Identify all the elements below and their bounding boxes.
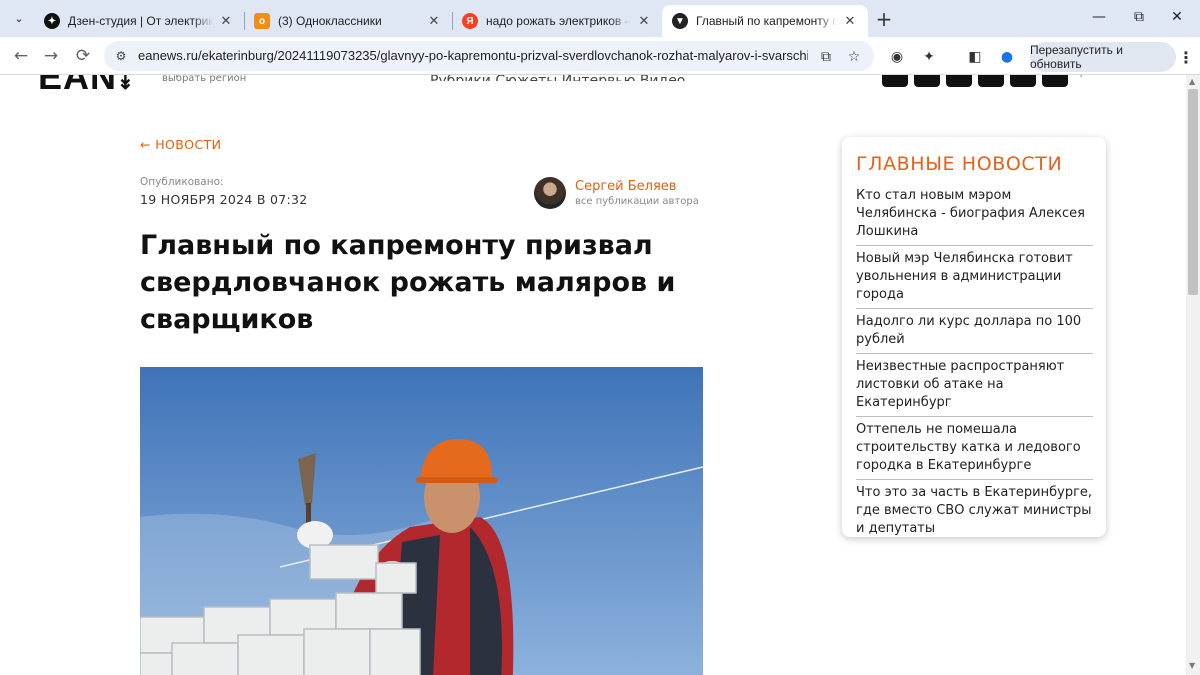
address-bar[interactable]: ⚙ eanews.ru/ekaterinburg/20241119073235/… <box>104 41 874 71</box>
tab-dzen[interactable]: ✦ Дзен-студия | От электриков и ✕ <box>34 5 244 37</box>
region-selector[interactable]: выбрать регион <box>162 75 246 84</box>
new-tab-button[interactable]: + <box>872 7 896 31</box>
news-link[interactable]: Кто стал новым мэром Челябинска - биогра… <box>856 186 1093 246</box>
close-tab-icon[interactable]: ✕ <box>426 13 442 29</box>
tab-title: (3) Одноклассники <box>278 14 382 28</box>
browser-toolbar: ← → ⟳ ⚙ eanews.ru/ekaterinburg/202411190… <box>0 37 1200 75</box>
top-nav[interactable]: Рубрики Сюжеты Интервью Видео <box>430 75 685 81</box>
arrow-right-icon: → <box>43 46 59 66</box>
tab-yandex[interactable]: Я надо рожать электриков — Ян ✕ <box>452 5 662 37</box>
social-icon[interactable] <box>1042 75 1068 87</box>
published-date: 19 НОЯБРЯ 2024 В 07:32 <box>140 192 308 207</box>
reload-icon: ⟳ <box>75 46 91 66</box>
published-label: Опубликовано: <box>140 176 224 188</box>
arrow-left-icon: ← <box>13 46 29 66</box>
reload-button[interactable]: ⟳ <box>70 43 96 69</box>
page-scrollbar[interactable]: ▲ ▼ <box>1186 75 1200 675</box>
browser-menu-button[interactable]: ⋮ <box>1176 46 1196 68</box>
tab-strip: ⌄ ✦ Дзен-студия | От электриков и ✕ o (3… <box>0 0 1200 37</box>
social-icon[interactable] <box>914 75 940 87</box>
url-text[interactable]: eanews.ru/ekaterinburg/20241119073235/gl… <box>138 48 808 63</box>
forward-button[interactable]: → <box>38 43 64 69</box>
social-icon[interactable] <box>882 75 908 87</box>
eanews-favicon-icon: ▼ <box>672 13 688 29</box>
social-icon[interactable] <box>978 75 1004 87</box>
tab-search-button[interactable]: ⌄ <box>8 7 30 29</box>
install-app-icon[interactable]: ⧉ <box>816 47 836 67</box>
top-news-widget: ГЛАВНЫЕ НОВОСТИ Кто стал новым мэром Чел… <box>842 137 1106 537</box>
close-window-button[interactable]: ✕ <box>1154 0 1200 34</box>
yandex-favicon-icon: Я <box>462 13 478 29</box>
more-vert-icon: ⋮ <box>1178 47 1194 67</box>
news-link[interactable]: Неизвестные распространяют листовки об а… <box>856 357 1093 417</box>
article-headline: Главный по капремонту призвал свердловча… <box>140 230 676 335</box>
social-icon[interactable] <box>946 75 972 87</box>
minimize-icon: — <box>1092 9 1106 25</box>
profile-icon[interactable]: ● <box>996 46 1018 68</box>
scrollbar-thumb[interactable] <box>1188 89 1198 295</box>
lightning-icon: ↡ <box>117 75 135 94</box>
back-to-news-link[interactable]: ← НОВОСТИ <box>140 137 221 152</box>
author-avatar[interactable] <box>534 177 566 209</box>
restore-icon: ⧉ <box>1134 9 1144 25</box>
author-name-link[interactable]: Сергей Беляев <box>575 179 676 194</box>
author-publications-link[interactable]: все публикации автора <box>575 196 699 207</box>
site-logo[interactable]: EAN↡ <box>38 75 135 95</box>
chevron-down-icon: ⌄ <box>14 11 24 25</box>
tab-odnoklassniki[interactable]: o (3) Одноклассники ✕ <box>244 5 452 37</box>
news-link[interactable]: Новый мэр Челябинска готовит увольнения … <box>856 249 1093 309</box>
tab-title: Дзен-студия | От электриков и <box>68 14 214 28</box>
site-info-icon[interactable]: ⚙ <box>112 47 130 65</box>
web-page: EAN↡ выбрать регион Рубрики Сюжеты Интер… <box>0 75 1200 675</box>
back-button[interactable]: ← <box>8 43 34 69</box>
news-link[interactable]: Надолго ли курс доллара по 100 рублей <box>856 312 1093 354</box>
social-links <box>882 75 1068 87</box>
scroll-up-icon[interactable]: ▲ <box>1189 77 1195 86</box>
close-icon: ✕ <box>1171 9 1183 25</box>
extensions-icon[interactable]: ✦ <box>918 46 940 68</box>
search-icon[interactable]: ⚲ <box>1076 75 1098 83</box>
tab-title: надо рожать электриков — Ян <box>486 14 632 28</box>
bookmark-star-icon[interactable]: ☆ <box>844 47 864 67</box>
social-icon[interactable] <box>1010 75 1036 87</box>
plus-icon: + <box>875 7 893 31</box>
close-tab-icon[interactable]: ✕ <box>842 13 858 29</box>
odnoklassniki-favicon-icon: o <box>254 13 270 29</box>
site-header: EAN↡ выбрать регион Рубрики Сюжеты Интер… <box>0 75 1186 95</box>
side-panel-icon[interactable]: ◧ <box>964 46 986 68</box>
scroll-down-icon[interactable]: ▼ <box>1189 661 1195 670</box>
close-tab-icon[interactable]: ✕ <box>636 13 652 29</box>
dzen-favicon-icon: ✦ <box>44 13 60 29</box>
top-news-list: Кто стал новым мэром Челябинска - биогра… <box>856 186 1093 545</box>
news-link[interactable]: Что это за часть в Екатеринбурге, где вм… <box>856 483 1093 542</box>
relaunch-label: Перезапустить и обновить <box>1030 43 1123 71</box>
news-link[interactable]: Оттепель не помешала строительству катка… <box>856 420 1093 480</box>
tab-title: Главный по капремонту приз <box>696 14 838 28</box>
lens-icon[interactable]: ◉ <box>886 46 908 68</box>
close-tab-icon[interactable]: ✕ <box>218 13 234 29</box>
top-news-title: ГЛАВНЫЕ НОВОСТИ <box>856 153 1063 175</box>
article-hero-image <box>140 367 703 675</box>
relaunch-update-button[interactable]: Перезапустить и обновить <box>1030 42 1176 72</box>
tab-eanews-active[interactable]: ▼ Главный по капремонту приз ✕ <box>662 5 868 37</box>
